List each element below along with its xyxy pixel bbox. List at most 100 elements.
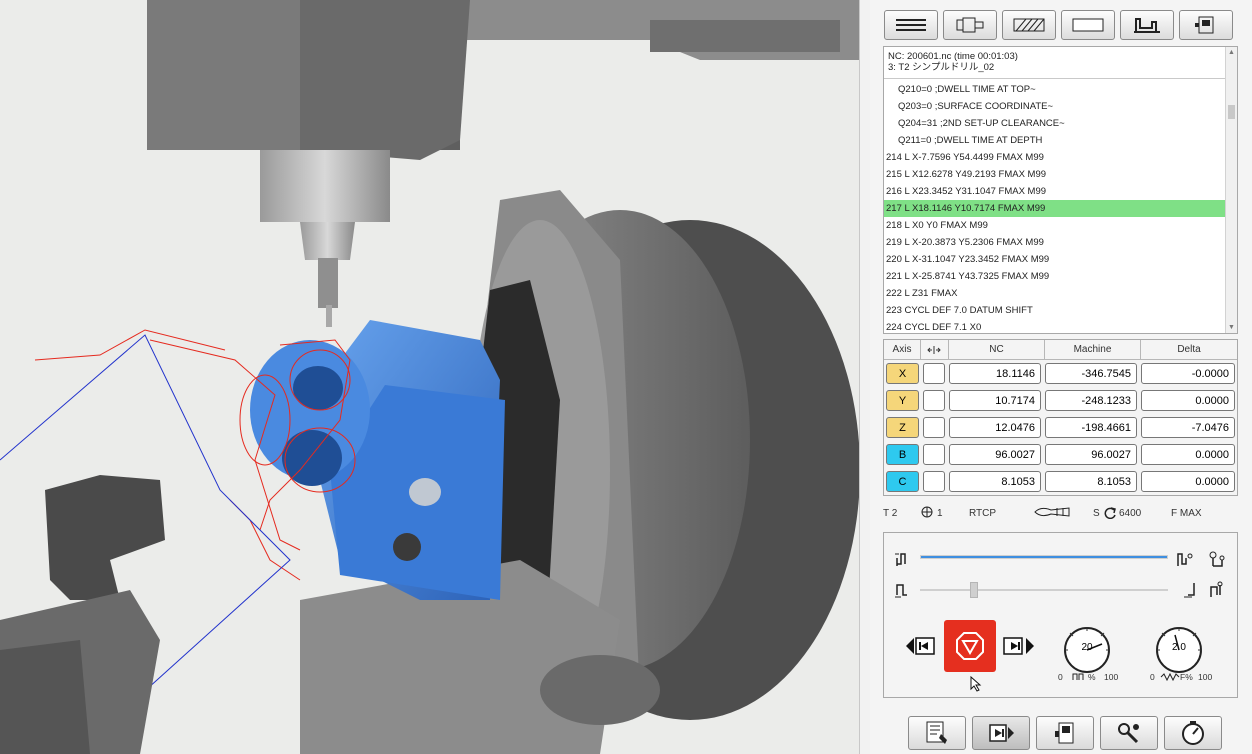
axis-table-header: Axis NC Machine Delta bbox=[884, 340, 1237, 360]
feed-dial-max: 100 bbox=[1104, 672, 1119, 682]
spindle-speed: 6400 bbox=[1119, 508, 1142, 519]
nc-line[interactable]: Q211=0 ;DWELL TIME AT DEPTH bbox=[884, 132, 1225, 149]
col-axis: Axis bbox=[884, 340, 921, 359]
control-panel: NC: 200601.nc (time 00:01:03) 3: T2 シンプル… bbox=[870, 0, 1252, 754]
scroll-up-icon[interactable]: ▲ bbox=[1228, 49, 1235, 56]
step-slider-thumb[interactable] bbox=[969, 582, 978, 598]
col-indicator bbox=[921, 340, 949, 359]
fixture-view-button[interactable] bbox=[1120, 10, 1174, 40]
rapid-override-dial[interactable]: 2.0 bbox=[1156, 627, 1202, 673]
machine-button[interactable] bbox=[1036, 716, 1094, 750]
spindle-head bbox=[147, 0, 300, 150]
nc-line[interactable]: 219 L X-20.3873 Y5.2306 FMAX M99 bbox=[884, 234, 1225, 251]
nc-line[interactable]: 216 L X23.3452 Y31.1047 FMAX M99 bbox=[884, 183, 1225, 200]
nc-line-current[interactable]: 217 L X18.1146 Y10.7174 FMAX M99 bbox=[884, 200, 1225, 217]
nc-line[interactable]: 214 L X-7.7596 Y54.4499 FMAX M99 bbox=[884, 149, 1225, 166]
probe-icon[interactable] bbox=[1208, 550, 1226, 568]
single-block-icon[interactable] bbox=[1208, 581, 1224, 599]
col-delta: Delta bbox=[1177, 344, 1201, 355]
nc-line[interactable]: 220 L X-31.1047 Y23.3452 FMAX M99 bbox=[884, 251, 1225, 268]
feed-slider-track[interactable] bbox=[920, 555, 1168, 559]
blank-view-button[interactable] bbox=[1061, 10, 1115, 40]
layers-icon bbox=[896, 19, 926, 31]
nc-line-list: Q210=0 ;DWELL TIME AT TOP~ Q203=0 ;SURFAC… bbox=[884, 81, 1225, 333]
feed-override-dial[interactable]: 20 bbox=[1064, 627, 1110, 673]
spindle-label: S bbox=[1093, 508, 1100, 519]
nc-program-icon bbox=[926, 721, 947, 744]
tool-holder-view-button[interactable] bbox=[943, 10, 997, 40]
feed-dial-min: 0 bbox=[1058, 672, 1063, 682]
status-bar: T 2 1 RTCP S 6400 F MAX bbox=[883, 506, 1238, 522]
feed-min-icon[interactable] bbox=[894, 550, 910, 568]
feed-slider-fill bbox=[921, 556, 1167, 558]
coolant-icon bbox=[1033, 506, 1071, 521]
feed-dial-unit: % bbox=[1088, 672, 1096, 682]
origin-number: 1 bbox=[937, 508, 943, 519]
col-nc: NC bbox=[949, 340, 1045, 359]
nc-program-button[interactable] bbox=[908, 716, 966, 750]
stop-icon bbox=[956, 632, 984, 660]
axis-button-x[interactable]: X bbox=[886, 363, 919, 384]
axis-button-b[interactable]: B bbox=[886, 444, 919, 465]
scroll-down-icon[interactable]: ▼ bbox=[1228, 324, 1235, 331]
step-back-icon[interactable] bbox=[894, 581, 910, 599]
machine-view-button[interactable] bbox=[1179, 10, 1233, 40]
axis-machine-value: -248.1233 bbox=[1045, 390, 1137, 411]
axis-indicator bbox=[923, 363, 945, 384]
axis-row-b: B 96.0027 96.0027 0.0000 bbox=[884, 441, 1237, 468]
scroll-thumb[interactable] bbox=[1228, 105, 1235, 119]
measure-button[interactable] bbox=[1164, 716, 1222, 750]
layers-view-button[interactable] bbox=[884, 10, 938, 40]
step-end-icon[interactable] bbox=[1182, 581, 1198, 599]
axis-machine-value: 8.1053 bbox=[1045, 471, 1137, 492]
nc-file-info: NC: 200601.nc (time 00:01:03) bbox=[888, 51, 1018, 62]
rapid-dial-icon bbox=[1160, 672, 1180, 684]
mouse-cursor-icon bbox=[970, 676, 982, 692]
axis-delta-value: -0.0000 bbox=[1141, 363, 1235, 384]
nc-line[interactable]: 215 L X12.6278 Y49.2193 FMAX M99 bbox=[884, 166, 1225, 183]
simulator-app: NC: 200601.nc (time 00:01:03) 3: T2 シンプル… bbox=[0, 0, 1252, 754]
spindle-rotation-icon bbox=[1103, 506, 1117, 522]
rewind-button[interactable] bbox=[904, 634, 938, 658]
nc-line[interactable]: Q210=0 ;DWELL TIME AT TOP~ bbox=[884, 81, 1225, 98]
axis-button-z[interactable]: Z bbox=[886, 417, 919, 438]
stock-hatch-icon bbox=[1013, 18, 1045, 32]
nc-line[interactable]: Q204=31 ;2ND SET-UP CLEARANCE~ bbox=[884, 115, 1225, 132]
nc-scrollbar[interactable]: ▲ ▼ bbox=[1225, 47, 1237, 333]
rapid-dial-max: 100 bbox=[1198, 672, 1213, 682]
nc-line[interactable]: 218 L X0 Y0 FMAX M99 bbox=[884, 217, 1225, 234]
axis-delta-value: -7.0476 bbox=[1141, 417, 1235, 438]
nc-line[interactable]: 222 L Z31 FMAX bbox=[884, 285, 1225, 302]
origin-icon bbox=[921, 506, 933, 521]
machine-cabinet-icon bbox=[1055, 722, 1074, 744]
rewind-icon bbox=[906, 637, 935, 655]
machine-3d-viewport[interactable] bbox=[0, 0, 860, 754]
axis-delta-value: 0.0000 bbox=[1141, 471, 1235, 492]
step-slider-track[interactable] bbox=[920, 589, 1168, 591]
tool-settings-icon bbox=[1118, 723, 1139, 744]
axis-row-x: X 18.1146 -346.7545 -0.0000 bbox=[884, 360, 1237, 387]
step-forward-button[interactable] bbox=[972, 716, 1030, 750]
feed-dial-value: 20 bbox=[1081, 642, 1093, 653]
tool-number: T 2 bbox=[883, 508, 898, 519]
axis-delta-value: 0.0000 bbox=[1141, 444, 1235, 465]
cutting-tool bbox=[318, 258, 338, 308]
stock-view-button[interactable] bbox=[1002, 10, 1056, 40]
nc-line[interactable]: Q203=0 ;SURFACE COORDINATE~ bbox=[884, 98, 1225, 115]
tool-settings-button[interactable] bbox=[1100, 716, 1158, 750]
simulation-control: 20 0 % 100 2.0 0 F% 100 bbox=[883, 532, 1238, 698]
rapid-dial-unit: F% bbox=[1180, 672, 1193, 682]
stop-button[interactable] bbox=[944, 620, 996, 672]
nc-line[interactable]: 223 CYCL DEF 7.0 DATUM SHIFT bbox=[884, 302, 1225, 319]
axis-indicator bbox=[923, 444, 945, 465]
nc-line[interactable]: 221 L X-25.8741 Y43.7325 FMAX M99 bbox=[884, 268, 1225, 285]
forward-icon bbox=[1003, 637, 1034, 655]
nc-line[interactable]: 224 CYCL DEF 7.1 X0 bbox=[884, 319, 1225, 333]
axis-button-c[interactable]: C bbox=[886, 471, 919, 492]
play-step-button[interactable] bbox=[1002, 634, 1036, 658]
nc-program-listing[interactable]: NC: 200601.nc (time 00:01:03) 3: T2 シンプル… bbox=[883, 46, 1238, 334]
axis-button-y[interactable]: Y bbox=[886, 390, 919, 411]
sync-indicator-icon bbox=[926, 345, 941, 354]
feed-max-icon[interactable] bbox=[1176, 550, 1194, 568]
axis-row-c: C 8.1053 8.1053 0.0000 bbox=[884, 468, 1237, 495]
